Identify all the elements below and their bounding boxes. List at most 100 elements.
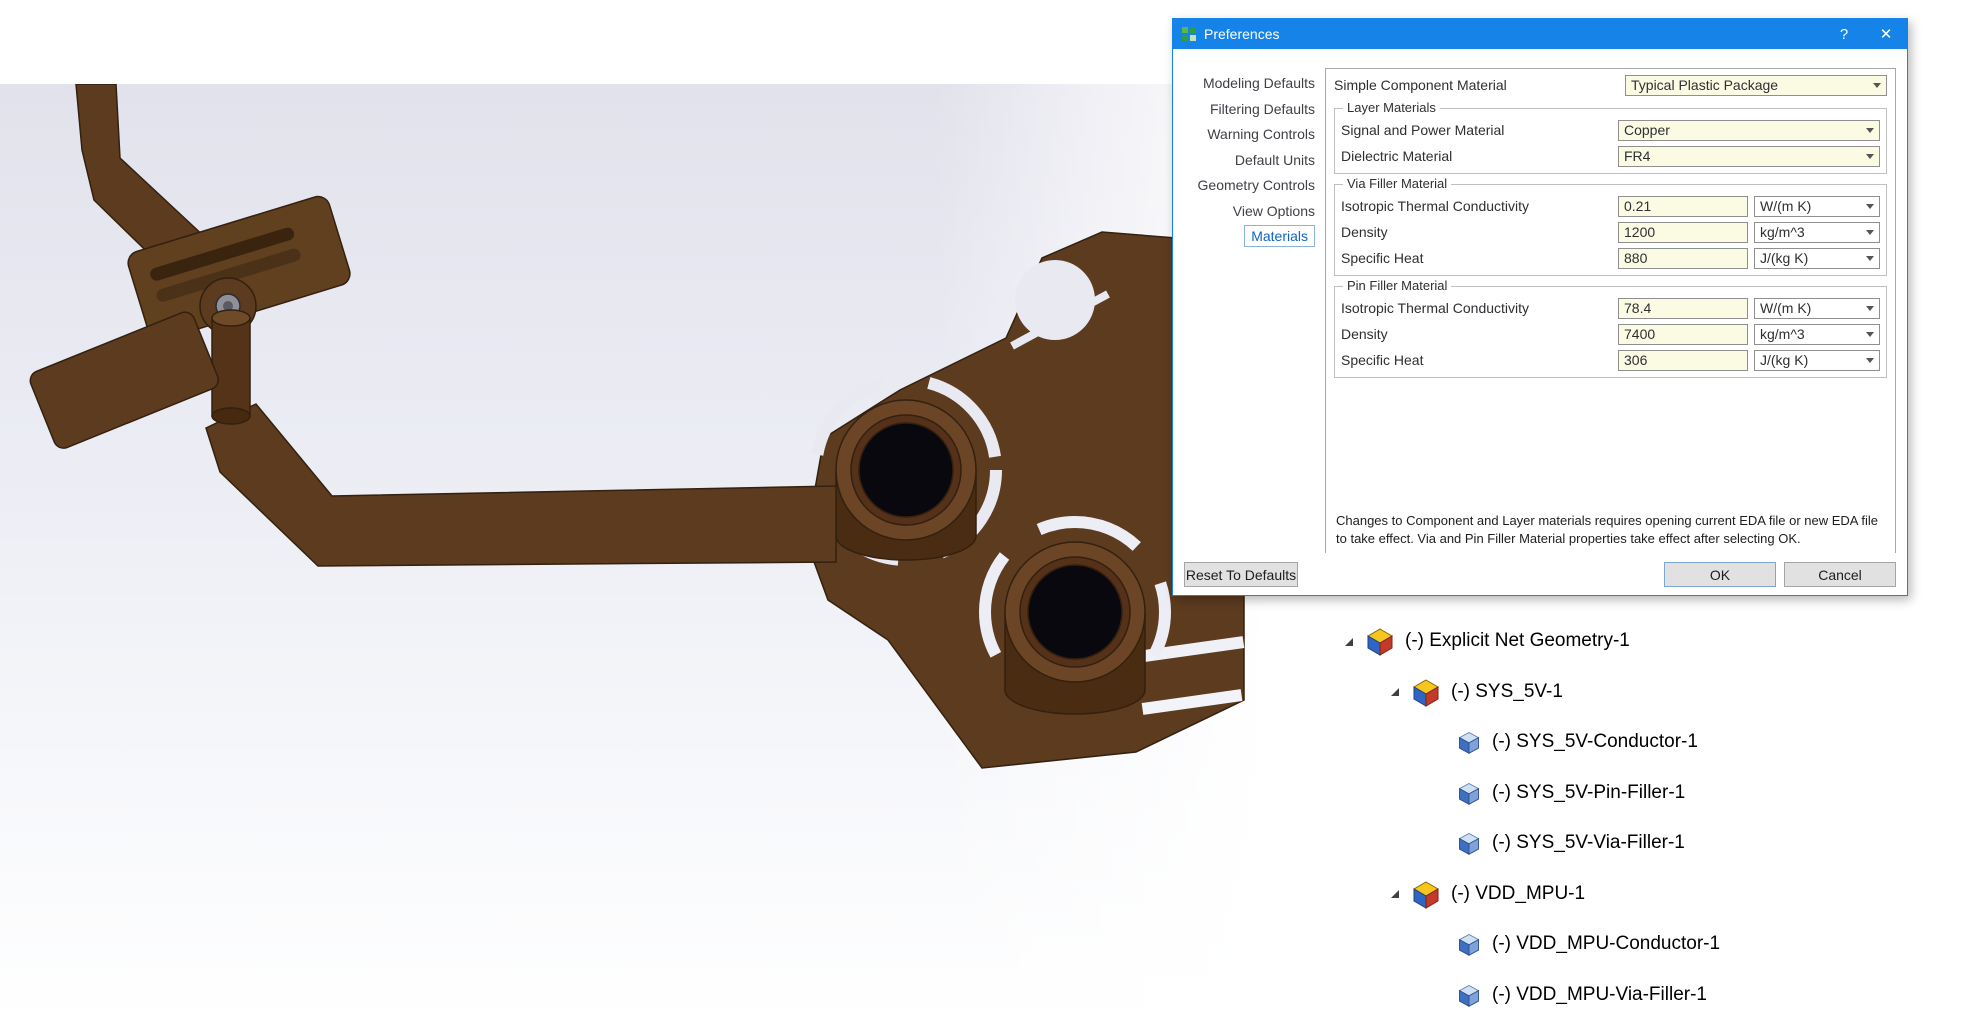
simple-component-material-row: Simple Component Material Typical Plasti… [1334, 72, 1887, 98]
tree-item-label: (-) SYS_5V-Via-Filler-1 [1492, 832, 1685, 854]
layer-materials-title: Layer Materials [1343, 100, 1440, 115]
chevron-down-icon [1873, 83, 1881, 88]
via-density-label: Density [1341, 224, 1618, 240]
application-window: Preferences ? ✕ Modeling Defaults Filter… [0, 0, 1980, 1024]
pin-density-label: Density [1341, 326, 1618, 342]
component-pad [27, 309, 221, 451]
assembly-icon [1411, 677, 1441, 707]
tree-item-label: (-) SYS_5V-Pin-Filler-1 [1492, 782, 1685, 804]
via-density-unit-combo[interactable]: kg/m^3 [1754, 222, 1880, 243]
part-icon [1456, 931, 1482, 957]
via-filler-material-group: Via Filler Material Isotropic Thermal Co… [1334, 184, 1887, 276]
pin-specific-heat-unit-combo[interactable]: J/(kg K) [1754, 350, 1880, 371]
expand-arrow-icon[interactable] [1388, 685, 1401, 698]
via-specific-heat-label: Specific Heat [1341, 250, 1618, 266]
dielectric-material-label: Dielectric Material [1341, 148, 1618, 164]
pad-cutout [1015, 260, 1095, 340]
tree-item-sys5v-conductor[interactable]: (-) SYS_5V-Conductor-1 [1328, 717, 1980, 768]
via-hole-2 [1028, 565, 1122, 659]
close-button[interactable]: ✕ [1865, 19, 1907, 49]
part-icon [1456, 982, 1482, 1008]
pin-filler-material-title: Pin Filler Material [1343, 278, 1451, 293]
via-density-row: Density 1200 kg/m^3 [1341, 219, 1880, 245]
dielectric-material-combo[interactable]: FR4 [1618, 146, 1880, 167]
via-conductivity-unit-combo[interactable]: W/(m K) [1754, 196, 1880, 217]
nav-item-default-units[interactable]: Default Units [1173, 148, 1325, 174]
tree-item-label: (-) VDD_MPU-1 [1451, 883, 1585, 905]
pin-density-row: Density 7400 kg/m^3 [1341, 321, 1880, 347]
tree-item-vddmpu[interactable]: (-) VDD_MPU-1 [1328, 869, 1980, 920]
chevron-down-icon [1866, 154, 1874, 159]
tree-item-label: (-) SYS_5V-Conductor-1 [1492, 731, 1698, 753]
signal-power-material-combo[interactable]: Copper [1618, 120, 1880, 141]
nav-item-view-options[interactable]: View Options [1173, 199, 1325, 225]
nav-item-materials[interactable]: Materials [1173, 224, 1325, 250]
nav-item-filtering-defaults[interactable]: Filtering Defaults [1173, 97, 1325, 123]
chevron-down-icon [1866, 332, 1874, 337]
tree-item-label: (-) VDD_MPU-Via-Filler-1 [1492, 984, 1707, 1006]
via-density-input[interactable]: 1200 [1618, 222, 1748, 243]
tree-item-explicit-net-geometry[interactable]: (-) Explicit Net Geometry-1 [1328, 616, 1980, 667]
nav-item-warning-controls[interactable]: Warning Controls [1173, 122, 1325, 148]
dialog-titlebar[interactable]: Preferences ? ✕ [1173, 19, 1907, 49]
chevron-down-icon [1866, 204, 1874, 209]
preferences-dialog: Preferences ? ✕ Modeling Defaults Filter… [1172, 18, 1908, 596]
chevron-down-icon [1866, 358, 1874, 363]
help-button[interactable]: ? [1823, 19, 1865, 49]
part-icon [1456, 729, 1482, 755]
ok-button[interactable]: OK [1664, 562, 1776, 587]
3d-viewport[interactable] [0, 84, 1336, 1024]
tree-item-label: (-) Explicit Net Geometry-1 [1405, 630, 1630, 652]
tree-item-sys5v-pin-filler[interactable]: (-) SYS_5V-Pin-Filler-1 [1328, 768, 1980, 819]
signal-power-material-label: Signal and Power Material [1341, 122, 1618, 138]
via-specific-heat-input[interactable]: 880 [1618, 248, 1748, 269]
assembly-icon [1365, 626, 1395, 656]
tree-item-vddmpu-via-filler[interactable]: (-) VDD_MPU-Via-Filler-1 [1328, 970, 1980, 1021]
chevron-down-icon [1866, 128, 1874, 133]
tree-item-label: (-) SYS_5V-1 [1451, 681, 1563, 703]
via-conductivity-input[interactable]: 0.21 [1618, 196, 1748, 217]
pin-conductivity-input[interactable]: 78.4 [1618, 298, 1748, 319]
signal-power-material-row: Signal and Power Material Copper [1341, 117, 1880, 143]
layer-materials-group: Layer Materials Signal and Power Materia… [1334, 108, 1887, 174]
via-specific-heat-row: Specific Heat 880 J/(kg K) [1341, 245, 1880, 271]
via-filler-material-title: Via Filler Material [1343, 176, 1451, 191]
copper-trace [206, 404, 836, 566]
via-conductivity-row: Isotropic Thermal Conductivity 0.21 W/(m… [1341, 193, 1880, 219]
tree-item-label: (-) VDD_MPU-Conductor-1 [1492, 933, 1720, 955]
pin-specific-heat-label: Specific Heat [1341, 352, 1618, 368]
part-icon [1456, 830, 1482, 856]
via-specific-heat-unit-combo[interactable]: J/(kg K) [1754, 248, 1880, 269]
copper-net-geometry[interactable] [0, 84, 1336, 1024]
assembly-icon [1411, 879, 1441, 909]
expand-arrow-icon[interactable] [1342, 635, 1355, 648]
via-conductivity-label: Isotropic Thermal Conductivity [1341, 198, 1618, 214]
tree-item-sys5v-via-filler[interactable]: (-) SYS_5V-Via-Filler-1 [1328, 818, 1980, 869]
chevron-down-icon [1866, 256, 1874, 261]
dialog-button-bar: Reset To Defaults OK Cancel [1173, 553, 1907, 595]
simple-component-material-combo[interactable]: Typical Plastic Package [1625, 75, 1887, 96]
reset-to-defaults-button[interactable]: Reset To Defaults [1184, 562, 1298, 587]
expand-arrow-icon[interactable] [1388, 887, 1401, 900]
simple-component-material-label: Simple Component Material [1334, 77, 1625, 93]
app-icon [1181, 26, 1197, 42]
pin-density-unit-combo[interactable]: kg/m^3 [1754, 324, 1880, 345]
pin-conductivity-label: Isotropic Thermal Conductivity [1341, 300, 1618, 316]
materials-panel: Simple Component Material Typical Plasti… [1325, 68, 1896, 555]
materials-note: Changes to Component and Layer materials… [1334, 508, 1887, 550]
pin-density-input[interactable]: 7400 [1618, 324, 1748, 345]
dielectric-material-row: Dielectric Material FR4 [1341, 143, 1880, 169]
cancel-button[interactable]: Cancel [1784, 562, 1896, 587]
preferences-nav: Modeling Defaults Filtering Defaults War… [1173, 49, 1325, 553]
nav-item-modeling-defaults[interactable]: Modeling Defaults [1173, 71, 1325, 97]
nav-item-geometry-controls[interactable]: Geometry Controls [1173, 173, 1325, 199]
chevron-down-icon [1866, 230, 1874, 235]
chevron-down-icon [1866, 306, 1874, 311]
tree-item-vddmpu-conductor[interactable]: (-) VDD_MPU-Conductor-1 [1328, 919, 1980, 970]
via-hole-1 [859, 423, 953, 517]
pin-specific-heat-input[interactable]: 306 [1618, 350, 1748, 371]
pin-conductivity-row: Isotropic Thermal Conductivity 78.4 W/(m… [1341, 295, 1880, 321]
pin-conductivity-unit-combo[interactable]: W/(m K) [1754, 298, 1880, 319]
tree-item-sys5v[interactable]: (-) SYS_5V-1 [1328, 667, 1980, 718]
pin-filler-material-group: Pin Filler Material Isotropic Thermal Co… [1334, 286, 1887, 378]
